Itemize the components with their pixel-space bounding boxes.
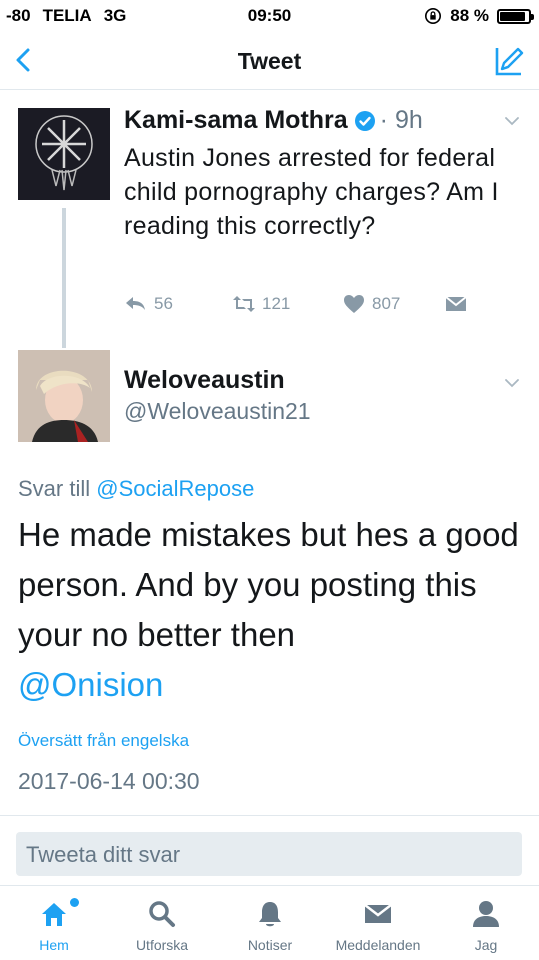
thread-line [62,208,66,348]
tab-label: Jag [474,937,498,953]
divider [0,815,539,816]
reply-button[interactable]: 56 [124,292,173,316]
tab-label: Utforska [135,937,189,953]
heart-icon [344,295,364,313]
profile-photo [18,350,110,442]
author-name[interactable]: Weloveaustin [124,366,285,395]
like-button[interactable]: 807 [342,292,400,316]
tab-label: Notiser [247,937,293,953]
tab-label: Meddelanden [335,937,421,953]
avatar[interactable] [18,350,110,442]
nav-bar: Tweet [0,32,539,90]
reply-prefix: Svar till [18,476,91,501]
author-name[interactable]: Kami-sama Mothra [124,106,348,135]
like-count: 807 [372,294,401,313]
retweet-icon [233,296,255,312]
person-icon [473,901,499,927]
rotation-lock-icon [425,7,442,25]
chevron-down-icon[interactable] [503,374,521,392]
reply-count: 56 [154,294,173,313]
battery-fill [500,11,525,21]
status-bar: -80 TELIA 3G 09:50 88 % [0,0,539,32]
verified-badge-icon [354,110,375,131]
reply-context: Svar till @SocialRepose [18,476,254,502]
tab-messages[interactable]: Meddelanden [324,886,432,960]
message-button[interactable] [444,292,468,316]
tweet-text: Austin Jones arrested for federal child … [124,144,499,240]
notification-dot [70,898,79,907]
search-icon [149,901,175,927]
tweet-text: He made mistakes but hes a good person. … [18,510,523,710]
tweet-timestamp: 2017-06-14 00:30 [18,768,200,794]
tab-home[interactable]: Hem [0,886,108,960]
direct-message-icon [445,296,467,311]
status-right: 88 % [424,6,534,26]
home-icon [42,903,66,926]
mail-icon [364,904,392,923]
tab-label: Hem [39,937,69,953]
tab-profile[interactable]: Jag [432,886,539,960]
tab-bar: Hem Utforska Notiser Meddelanden Jag [0,885,539,960]
tweet-actions: 56 121 807 [124,292,494,320]
compose-icon[interactable] [491,44,525,78]
avatar[interactable] [18,108,110,200]
tweet-text-body: He made mistakes but hes a good person. … [18,516,519,653]
tweet-time: · 9h [379,106,423,134]
battery-icon [497,8,534,24]
mention-link[interactable]: @Onision [18,666,163,703]
author-handle[interactable]: @Weloveaustin21 [124,398,311,425]
tab-explore[interactable]: Utforska [108,886,216,960]
page-title: Tweet [237,48,302,74]
bell-icon [259,902,281,927]
reply-mention-link[interactable]: @SocialRepose [96,476,254,501]
reply-icon [126,297,145,310]
retweet-count: 121 [262,294,291,313]
reply-input[interactable]: Tweeta ditt svar [16,832,522,876]
chevron-down-icon[interactable] [503,112,521,130]
battery-percent: 88 % [450,6,489,25]
translate-link[interactable]: Översätt från engelska [18,731,189,751]
retweet-button[interactable]: 121 [232,292,290,316]
tweet1-header: Kami-sama Mothra · 9h [124,106,423,135]
tab-notifications[interactable]: Notiser [216,886,324,960]
